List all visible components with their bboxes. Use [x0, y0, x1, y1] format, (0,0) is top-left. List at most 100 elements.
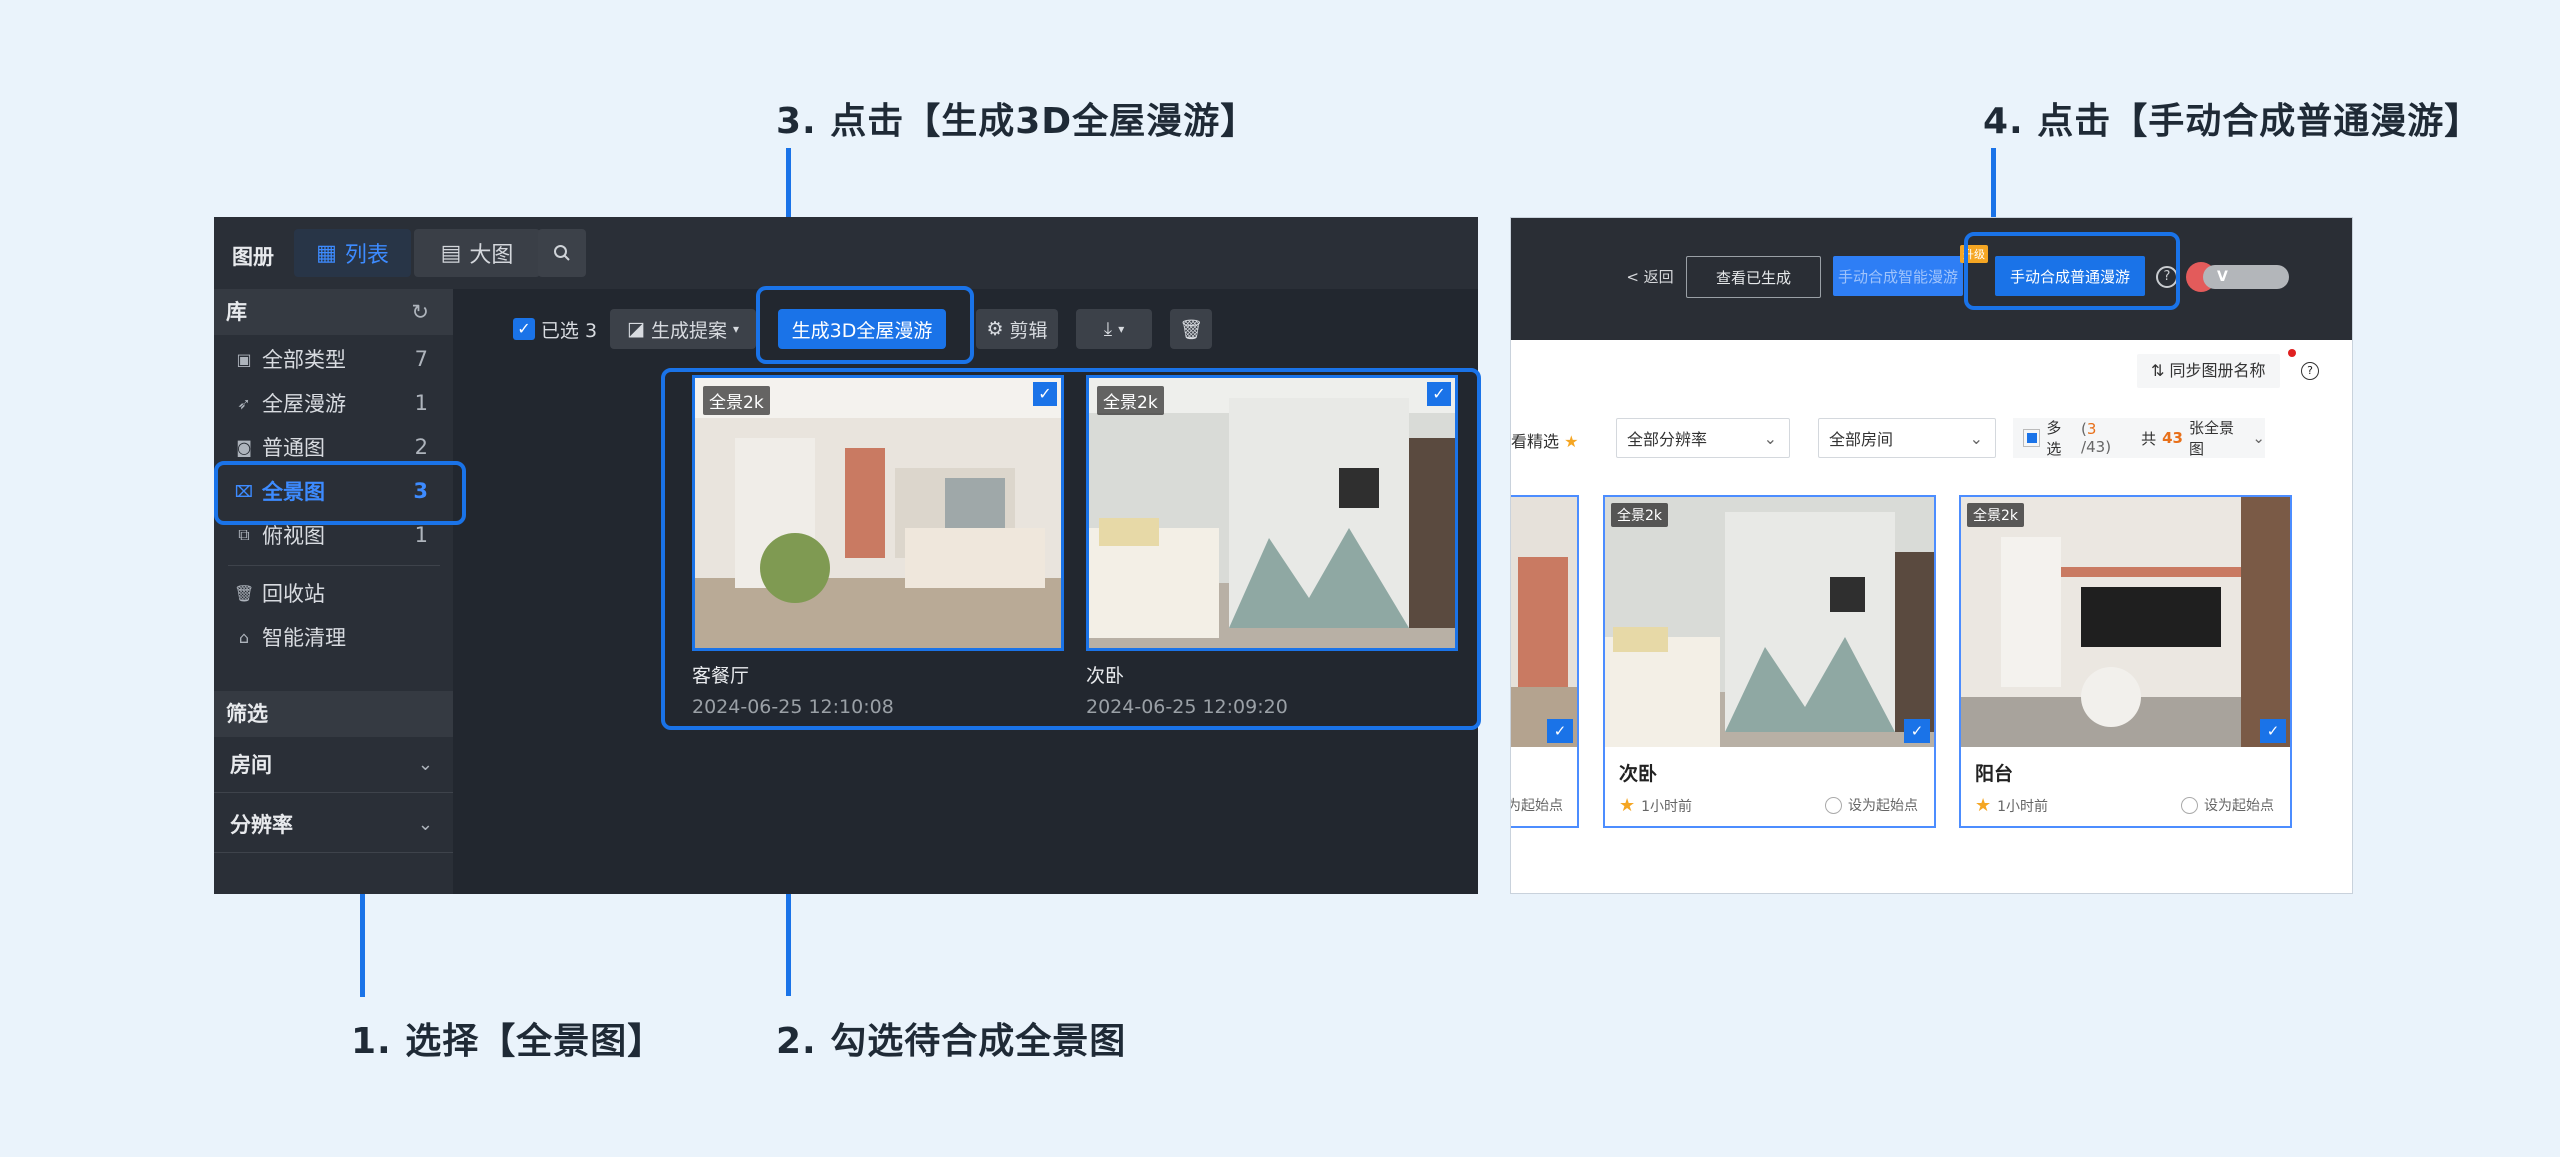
caret-down-icon: ▾	[732, 322, 739, 336]
caret-down-icon: ▾	[1118, 322, 1125, 336]
start-point-label: 设为起始点	[1848, 798, 1918, 814]
selected-count: 3	[2086, 420, 2097, 438]
sidebar-item-count: 1	[414, 391, 428, 415]
step2-caption: 2. 勾选待合成全景图	[776, 1021, 1127, 1062]
resolution-select-value: 全部分辨率	[1627, 430, 1708, 449]
step1-caption: 1. 选择【全景图】	[351, 1021, 665, 1062]
topview-icon: ⧉	[238, 525, 250, 544]
sync-names-button[interactable]: ⇅ 同步图册名称	[2137, 354, 2280, 388]
tab-list-view[interactable]: ▦ 列表	[294, 229, 411, 277]
filter-resolution-label: 分辨率	[230, 813, 293, 837]
sidebar-item-smart-clean[interactable]: ⌂ 智能清理	[234, 617, 434, 657]
view-generated-button[interactable]: 查看已生成	[1686, 256, 1821, 298]
checkbox-checked-icon[interactable]: ✓	[2260, 719, 2286, 743]
help-icon[interactable]: ?	[2301, 362, 2319, 380]
vip-badge[interactable]: V	[2203, 265, 2289, 289]
sidebar-divider	[228, 565, 440, 566]
download-button[interactable]: ⤓ ▾	[1076, 309, 1152, 349]
resolution-tag: 全景2k	[1967, 503, 2025, 527]
proposal-label: 生成提案	[650, 319, 727, 342]
radio-icon[interactable]	[2181, 796, 2198, 814]
panorama-thumbnail[interactable]: 全景2k ✓	[1605, 497, 1934, 747]
star-icon[interactable]: ★	[1975, 795, 1991, 816]
star-icon: ★	[1564, 432, 1579, 451]
room-select-value: 全部房间	[1829, 430, 1894, 449]
panorama-card[interactable]: 全景2k ✓ 次卧 ★ 1小时前 设为起始点	[1603, 495, 1936, 828]
panorama-thumbnail[interactable]: 全景2k ✓	[1961, 497, 2290, 747]
chevron-down-icon: ⌄	[1763, 428, 1777, 448]
panorama-card-partial[interactable]: ✓ 为起始点	[1510, 495, 1579, 828]
selected-count-toggle[interactable]: ✓ 已选 3	[510, 309, 600, 349]
refresh-icon[interactable]: ↻	[411, 289, 429, 335]
highlight-panorama-item	[214, 461, 466, 525]
highlight-generate-3d	[756, 286, 974, 364]
checkbox-partial-icon[interactable]	[2023, 429, 2041, 447]
notification-dot	[2288, 349, 2296, 357]
start-point-label: 为起始点	[1510, 798, 1563, 814]
sort-icon: ⇅	[2151, 361, 2170, 380]
card-name: 阳台	[1975, 763, 2014, 785]
total-prefix: 共	[2141, 429, 2157, 448]
proposal-icon: ◪	[627, 318, 645, 340]
highlight-selected-cards	[661, 368, 1481, 730]
living-room-image	[1511, 497, 1577, 747]
card-meta: ★ 1小时前	[1975, 795, 2048, 816]
chevron-down-icon: ⌄	[417, 754, 433, 775]
total-suffix: 张全景图	[2188, 419, 2234, 458]
trash-icon: 🗑	[1178, 318, 1204, 341]
trash-icon: 🗑	[234, 583, 255, 603]
filter-room[interactable]: 房间 ⌄	[214, 737, 453, 793]
panorama-card[interactable]: 全景2k ✓ 阳台 ★ 1小时前 设为起始点	[1959, 495, 2292, 828]
sidebar-item-label: 回收站	[262, 582, 325, 606]
edit-button[interactable]: ⚙ 剪辑	[976, 309, 1058, 349]
filter-resolution[interactable]: 分辨率 ⌄	[214, 797, 453, 853]
card-time: 1小时前	[1641, 798, 1693, 815]
step3-caption: 3. 点击【生成3D全屋漫游】	[776, 101, 1258, 142]
generate-proposal-button[interactable]: ◪ 生成提案 ▾	[610, 309, 756, 349]
broom-icon: ⌂	[238, 627, 250, 647]
room-select[interactable]: 全部房间 ⌄	[1818, 418, 1996, 458]
search-button[interactable]	[538, 229, 586, 277]
top-bar: 图册 ▦ 列表 ▤ 大图	[214, 217, 1478, 289]
film-icon: ⚙	[986, 318, 1004, 340]
sidebar-item-whole-roam[interactable]: ➶ 全屋漫游 1	[234, 383, 434, 423]
checkbox-checked-icon[interactable]: ✓	[1904, 719, 1930, 743]
sidebar: 库 ↻ ▣ 全部类型 7 ➶ 全屋漫游 1 ◙ 普通图 2 ⌧ 全景图 3 ⧉ …	[214, 289, 453, 894]
roam-app-right: < 返回 查看已生成 手动合成智能漫游 升级 手动合成普通漫游 ? V ⇅ 同步…	[1510, 217, 2353, 894]
card-meta: ★ 1小时前	[1619, 795, 1692, 816]
radio-icon[interactable]	[1825, 796, 1842, 814]
tab-list-label: 列表	[344, 243, 389, 268]
delete-button[interactable]: 🗑	[1170, 309, 1212, 349]
resolution-select[interactable]: 全部分辨率 ⌄	[1616, 418, 1790, 458]
panorama-thumbnail[interactable]: ✓	[1511, 497, 1577, 747]
smart-roam-button[interactable]: 手动合成智能漫游	[1833, 256, 1963, 296]
library-heading: 库 ↻	[214, 289, 453, 335]
featured-label: 看精选	[1511, 432, 1560, 451]
edit-label: 剪辑	[1009, 319, 1048, 342]
star-icon[interactable]: ★	[1619, 795, 1635, 816]
sidebar-item-count: 2	[414, 435, 428, 459]
sidebar-item-recycle[interactable]: 🗑 回收站	[234, 573, 434, 613]
resolution-tag: 全景2k	[1611, 503, 1669, 527]
start-point-label: 设为起始点	[2204, 798, 2274, 814]
checkbox-checked-icon[interactable]: ✓	[1547, 719, 1573, 743]
total-count: /43)	[2081, 438, 2112, 456]
chevron-down-icon: ⌄	[1969, 428, 1983, 448]
camera-icon: ◙	[236, 437, 252, 457]
multi-select-bar[interactable]: 多选 (3 /43) 共 43 张全景图 ⌄	[2013, 418, 2265, 458]
set-start-point[interactable]: 为起始点	[1510, 795, 1563, 815]
sidebar-item-label: 智能清理	[262, 626, 346, 650]
chevron-down-icon: ⌄	[2252, 429, 2265, 447]
sidebar-item-all-types[interactable]: ▣ 全部类型 7	[234, 339, 434, 379]
featured-filter[interactable]: 看精选 ★	[1511, 428, 1578, 452]
tab-large-view[interactable]: ▤ 大图	[414, 229, 540, 277]
sidebar-item-count: 7	[414, 347, 428, 371]
card-time: 1小时前	[1997, 798, 2049, 815]
set-start-point[interactable]: 设为起始点	[2181, 795, 2274, 815]
images-icon: ▣	[236, 349, 252, 369]
set-start-point[interactable]: 设为起始点	[1825, 795, 1918, 815]
back-link[interactable]: < 返回	[1625, 256, 1675, 296]
tab-large-label: 大图	[469, 243, 514, 268]
highlight-normal-roam	[1964, 232, 2180, 310]
balcony-image	[1961, 497, 2290, 747]
